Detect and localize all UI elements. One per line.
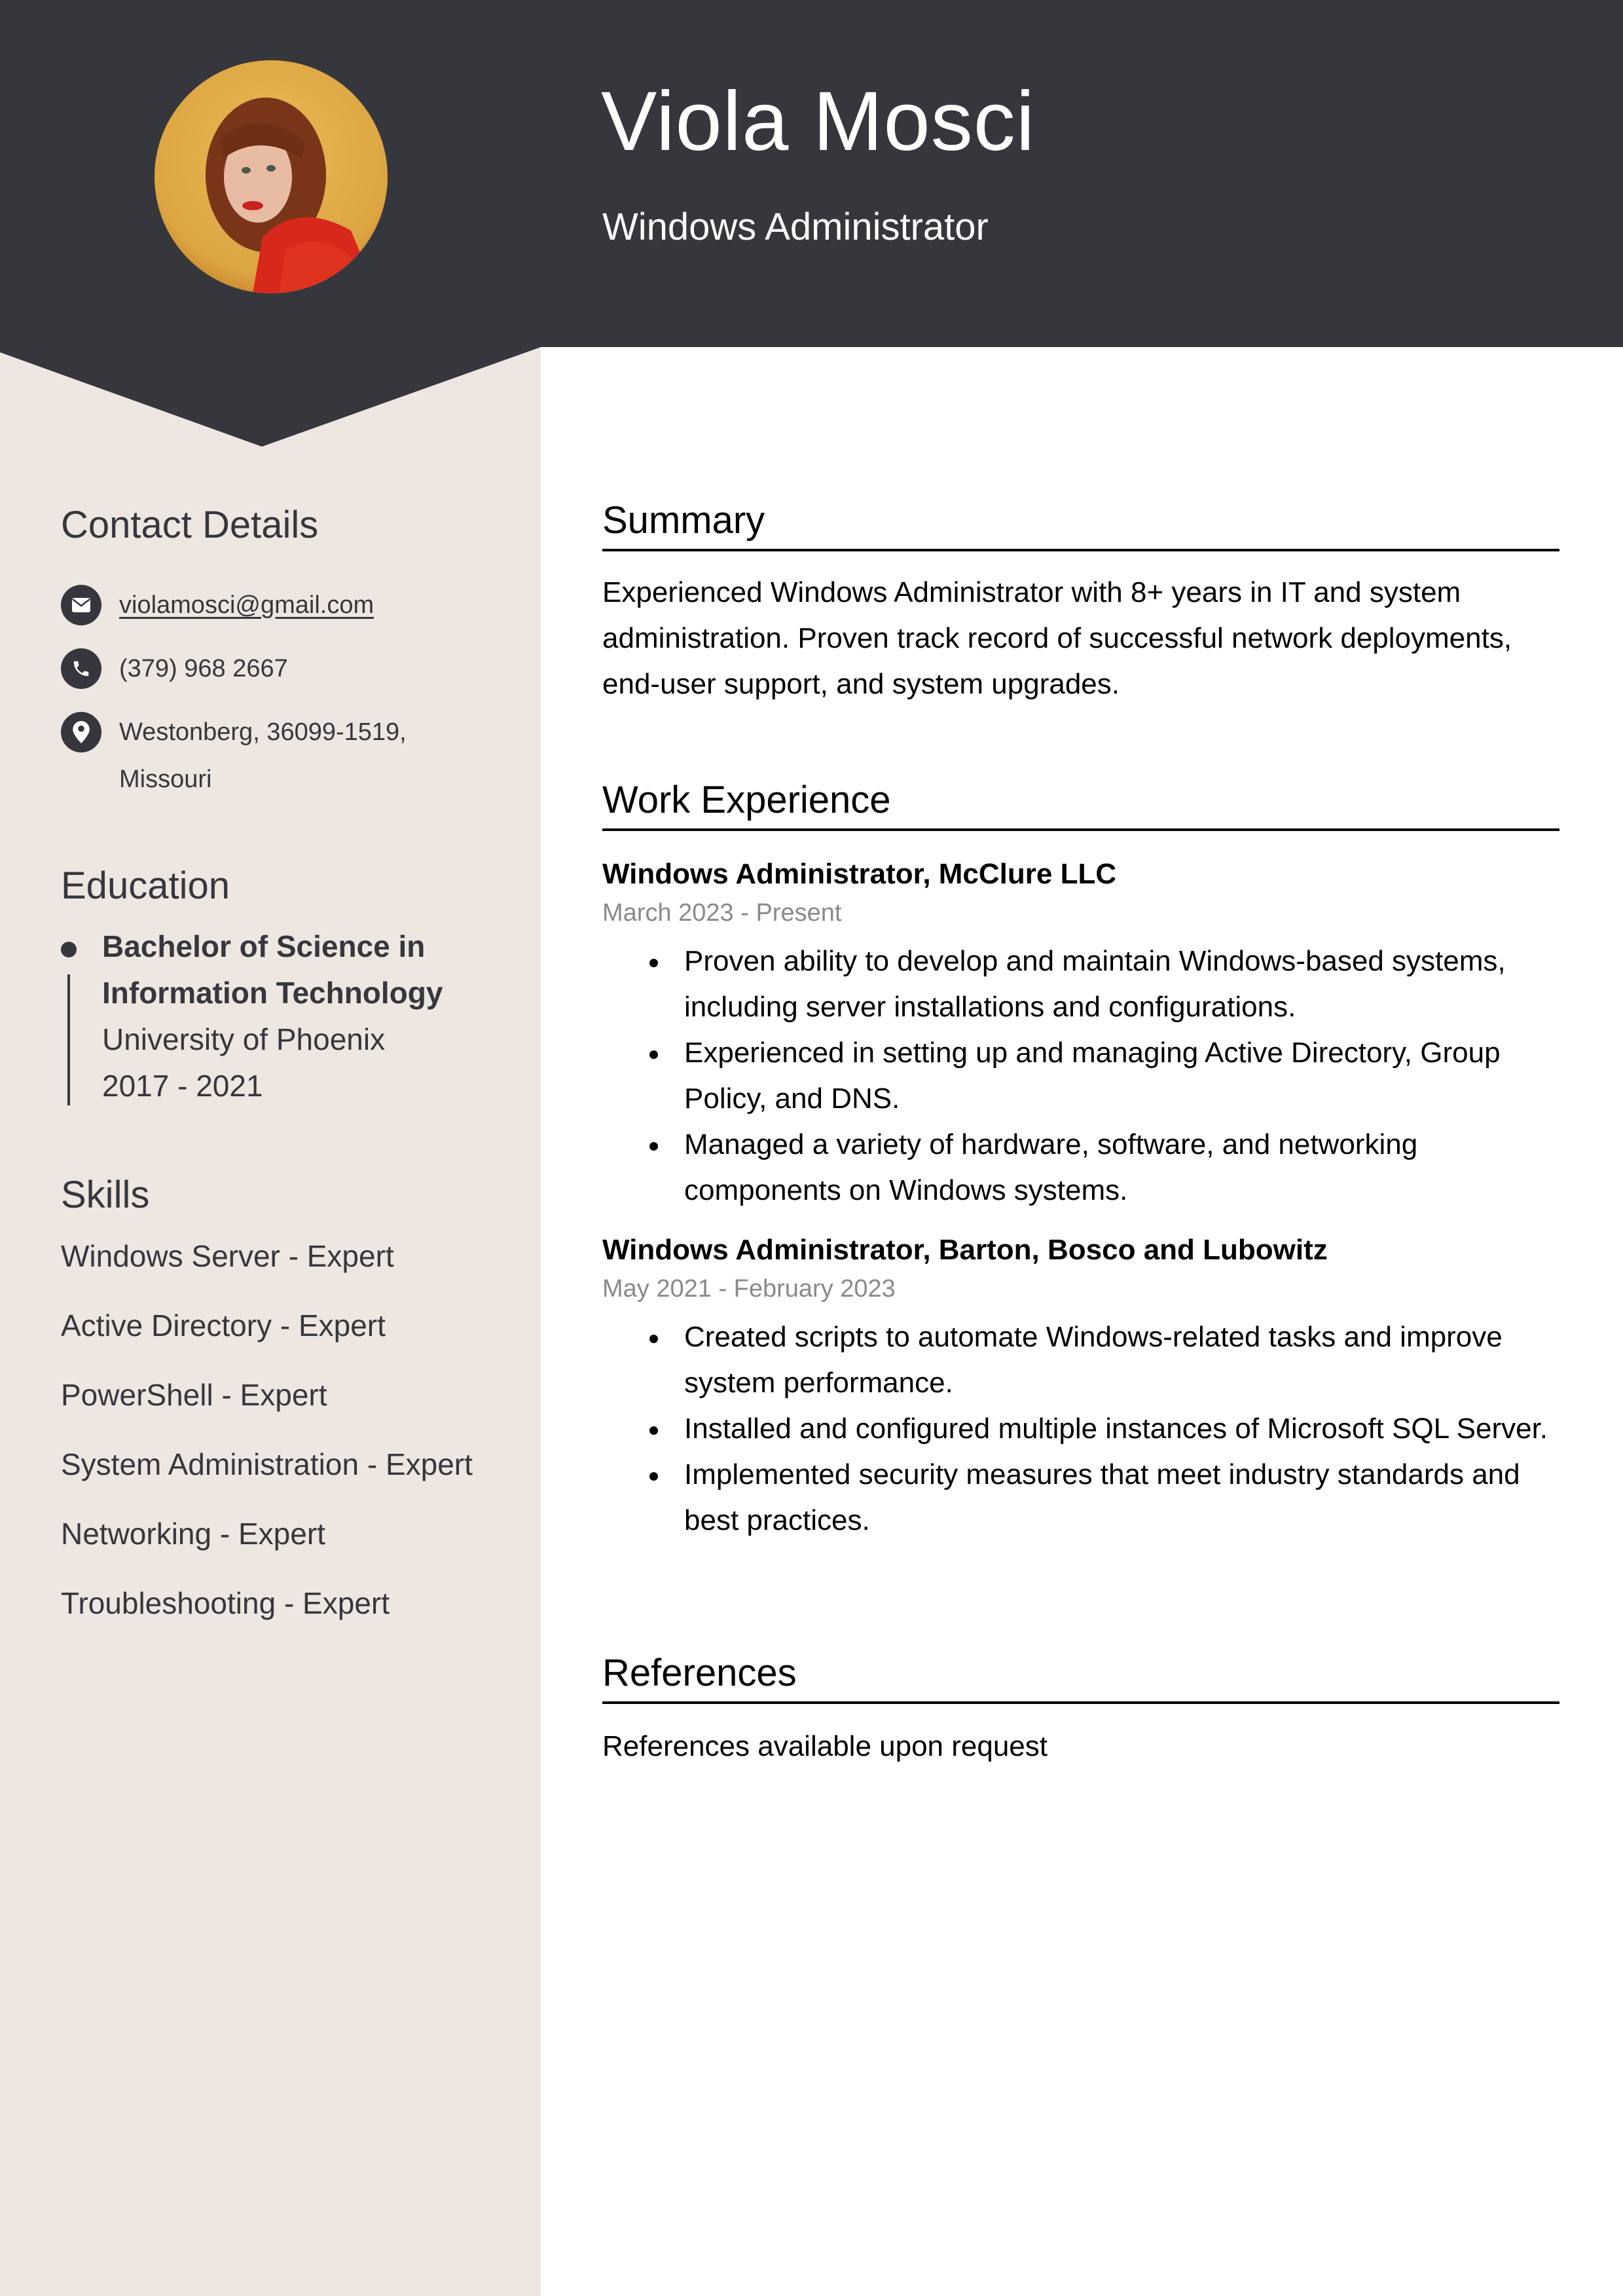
email-icon [61, 585, 101, 625]
job-bullet: Installed and configured multiple instan… [602, 1406, 1559, 1452]
contact-address: Westonberg, 36099-1519, Missouri [61, 712, 506, 803]
references-section: References References available upon req… [602, 1654, 1559, 1769]
contact-phone: (379) 968 2667 [61, 648, 506, 692]
experience-heading: Work Experience [602, 781, 1559, 831]
education-heading: Education [61, 864, 230, 907]
timeline-line [67, 974, 70, 1105]
skill-item: Windows Server - Expert [61, 1239, 394, 1273]
degree-line-1: Bachelor of Science in [102, 929, 426, 963]
job-title: Windows Administrator, Barton, Bosco and… [602, 1234, 1328, 1266]
summary-heading: Summary [602, 502, 1559, 551]
job-bullet: Implemented security measures that meet … [602, 1452, 1559, 1544]
skill-item: Troubleshooting - Expert [61, 1586, 390, 1620]
education-heading-wrap: Education [61, 867, 493, 905]
job-dates: March 2023 - Present [602, 899, 842, 927]
references-text: References available upon request [602, 1730, 1048, 1762]
job-bullets: Proven ability to develop and maintain W… [602, 938, 1559, 1213]
contact-heading: Contact Details [61, 504, 319, 546]
contact-section: Contact Details [61, 506, 493, 544]
skill-item: Networking - Expert [61, 1517, 325, 1551]
location-icon [61, 712, 101, 752]
job-entry: Windows Administrator, Barton, Bosco and… [602, 1236, 1559, 1544]
skill-item: Active Directory - Expert [61, 1308, 386, 1342]
phone-text: (379) 968 2667 [119, 655, 288, 682]
skills-heading: Skills [61, 1174, 150, 1216]
summary-text: Experienced Windows Administrator with 8… [602, 576, 1512, 700]
job-entry: Windows Administrator, McClure LLC March… [602, 860, 1559, 1213]
phone-icon [61, 648, 101, 689]
timeline-dot [61, 942, 77, 957]
candidate-title: Windows Administrator [602, 206, 989, 248]
email-link[interactable]: violamosci@gmail.com [119, 582, 374, 629]
skills-heading-wrap: Skills [61, 1176, 493, 1214]
contact-list: violamosci@gmail.com (379) 968 2667 West… [61, 585, 506, 823]
job-bullet: Managed a variety of hardware, software,… [602, 1122, 1559, 1213]
job-bullet: Proven ability to develop and maintain W… [602, 938, 1559, 1030]
job-dates: May 2021 - February 2023 [602, 1275, 896, 1303]
job-bullet: Experienced in setting up and managing A… [602, 1030, 1559, 1122]
header-chevron [0, 341, 541, 447]
candidate-name: Viola Mosci [601, 75, 1036, 168]
address-text: Westonberg, 36099-1519, Missouri [119, 709, 407, 803]
summary-section: Summary Experienced Windows Administrato… [602, 502, 1559, 707]
job-title: Windows Administrator, McClure LLC [602, 858, 1117, 890]
profile-photo [155, 60, 388, 293]
degree-line-2: Information Technology [102, 976, 443, 1010]
references-heading: References [602, 1654, 1559, 1704]
contact-email: violamosci@gmail.com [61, 585, 506, 629]
address-line-1: Westonberg, 36099-1519, [119, 718, 407, 746]
education-years: 2017 - 2021 [102, 1069, 263, 1103]
school-name: University of Phoenix [102, 1022, 386, 1056]
address-line-2: Missouri [119, 766, 212, 793]
job-bullet: Created scripts to automate Windows-rela… [602, 1314, 1559, 1406]
job-bullets: Created scripts to automate Windows-rela… [602, 1314, 1559, 1544]
skill-item: PowerShell - Expert [61, 1378, 327, 1412]
skill-item: System Administration - Expert [61, 1447, 473, 1481]
experience-section: Work Experience Windows Administrator, M… [602, 781, 1559, 1544]
skills-list: Windows Server - Expert Active Directory… [61, 1241, 473, 1657]
